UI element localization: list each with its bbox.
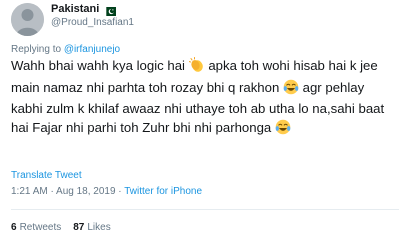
likes-stat[interactable]: 87 Likes bbox=[73, 222, 110, 233]
display-name[interactable]: Pakistani bbox=[51, 2, 99, 16]
pakistan-flag-icon bbox=[103, 5, 117, 16]
retweets-count: 6 bbox=[11, 222, 17, 233]
tears-of-joy-icon bbox=[275, 119, 291, 141]
tweet-card: Pakistani @Proud_Insafian1 Replying to @… bbox=[0, 0, 407, 246]
engagement-stats: 6 Retweets 87 Likes bbox=[11, 222, 111, 233]
divider bbox=[11, 209, 399, 210]
retweets-stat[interactable]: 6 Retweets bbox=[11, 222, 61, 233]
tweet-source-link[interactable]: Twitter for iPhone bbox=[124, 186, 202, 197]
tweet-meta: 1:21 AM · Aug 18, 2019 · Twitter for iPh… bbox=[11, 186, 202, 197]
author-block: Pakistani @Proud_Insafian1 bbox=[51, 2, 134, 30]
replying-to-link[interactable]: @irfanjunejo bbox=[64, 44, 120, 55]
avatar[interactable] bbox=[11, 3, 44, 36]
tweet-text-part-1: Wahh bhai wahh kya logic hai bbox=[11, 58, 189, 73]
translate-tweet-link[interactable]: Translate Tweet bbox=[11, 170, 82, 181]
likes-count: 87 bbox=[73, 222, 85, 233]
tweet-text: Wahh bhai wahh kya logic hai apka toh wo… bbox=[11, 57, 399, 140]
likes-label: Likes bbox=[87, 222, 111, 233]
tweet-timestamp[interactable]: 1:21 AM · Aug 18, 2019 · bbox=[11, 186, 124, 197]
retweets-label: Retweets bbox=[19, 222, 62, 233]
clapping-hands-icon bbox=[188, 57, 205, 79]
replying-to: Replying to @irfanjunejo bbox=[11, 44, 120, 55]
tears-of-joy-icon bbox=[283, 79, 299, 101]
user-handle[interactable]: @Proud_Insafian1 bbox=[51, 16, 134, 30]
replying-prefix: Replying to bbox=[11, 44, 62, 55]
